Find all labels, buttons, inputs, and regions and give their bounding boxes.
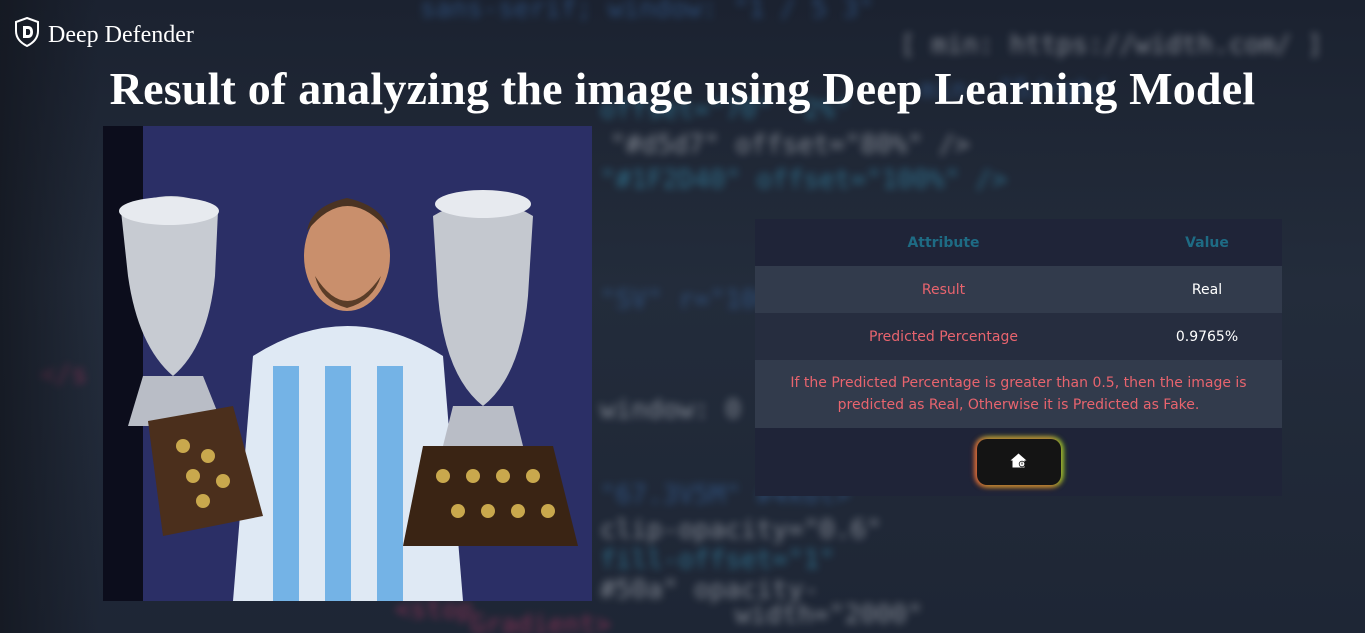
prediction-note: If the Predicted Percentage is greater t… [755, 360, 1282, 428]
table-row: Result Real [755, 266, 1282, 313]
button-cell [755, 428, 1282, 496]
brand-name: Deep Defender [48, 22, 194, 48]
column-header-value: Value [1132, 219, 1282, 266]
column-header-attribute: Attribute [755, 219, 1132, 266]
table-row: If the Predicted Percentage is greater t… [755, 360, 1282, 428]
home-icon [1010, 453, 1027, 472]
predicted-percentage-value: 0.9765% [1132, 313, 1282, 360]
analyzed-image [103, 126, 592, 601]
result-table: Attribute Value Result Real Predicted Pe… [755, 219, 1282, 496]
page-title: Result of analyzing the image using Deep… [109, 63, 1256, 114]
table-row: Predicted Percentage 0.9765% [755, 313, 1282, 360]
brand[interactable]: Deep Defender [14, 16, 194, 54]
result-label: Result [755, 266, 1132, 313]
home-button[interactable] [976, 439, 1061, 485]
predicted-percentage-label: Predicted Percentage [755, 313, 1132, 360]
table-header-row: Attribute Value [755, 219, 1282, 266]
result-value: Real [1132, 266, 1282, 313]
table-row [755, 428, 1282, 496]
shield-logo-icon [14, 16, 40, 54]
